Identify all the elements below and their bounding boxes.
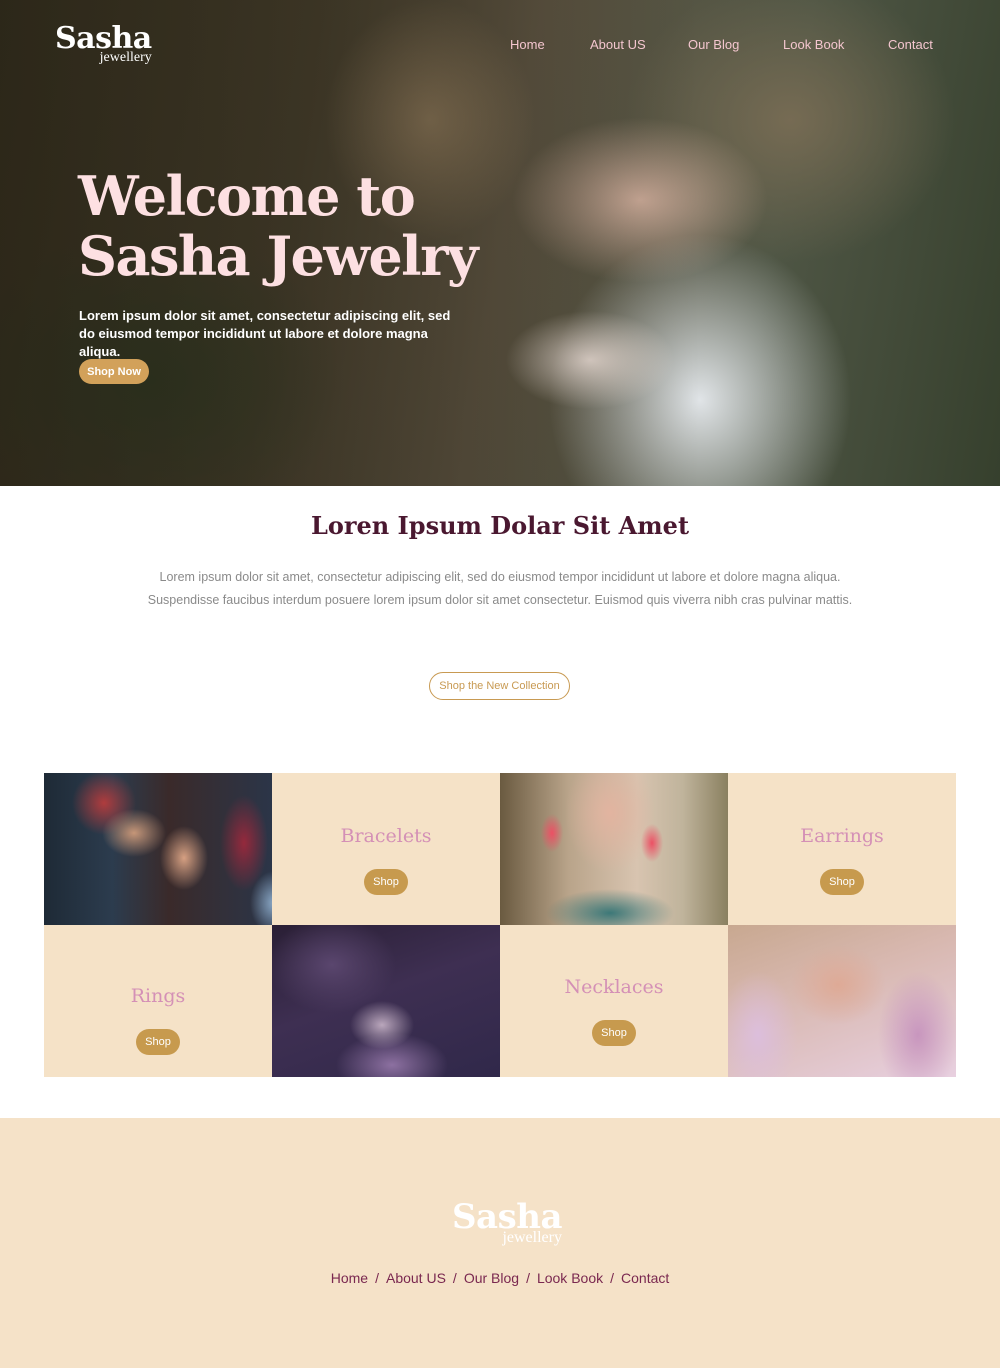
hero-title-line2: Sasha Jewelry bbox=[78, 224, 479, 288]
footer-nav-separator: / bbox=[526, 1270, 530, 1286]
shop-earrings-button[interactable]: Shop bbox=[820, 869, 864, 895]
intro-title: Loren Ipsum Dolar Sit Amet bbox=[310, 511, 690, 540]
footer-nav-separator: / bbox=[452, 1270, 457, 1286]
category-label-necklaces: Necklaces bbox=[564, 976, 664, 998]
bracelets-photo bbox=[44, 773, 272, 925]
site-footer: Sasha jewellery Home / About US / Our Blog / L… bbox=[0, 1118, 1000, 1368]
main-nav: Home About US Our Blog Look Book Contact bbox=[0, 37, 1000, 57]
rings-photo bbox=[272, 925, 500, 1077]
hero-title: Welcome to Sasha Jewelry bbox=[78, 166, 498, 286]
category-label-earrings: Earrings bbox=[800, 825, 884, 847]
nav-item-contact[interactable]: Contact bbox=[888, 37, 933, 52]
footer-nav: Home / About US / Our Blog / Look Book / Contact bbox=[0, 1270, 1000, 1286]
category-tile-rings: Rings Shop bbox=[44, 925, 272, 1077]
category-tile-bracelets: Bracelets Shop bbox=[272, 773, 500, 925]
shop-bracelets-button[interactable]: Shop bbox=[364, 869, 408, 895]
shop-now-button[interactable]: Shop Now bbox=[79, 359, 149, 384]
hero-title-line1: Welcome to bbox=[78, 164, 416, 228]
footer-nav-home[interactable]: Home bbox=[331, 1270, 368, 1286]
shop-rings-button[interactable]: Shop bbox=[136, 1029, 180, 1055]
footer-nav-separator: / bbox=[375, 1270, 379, 1286]
shop-collection-button[interactable]: Shop the New Collection bbox=[429, 672, 570, 700]
nav-item-home[interactable]: Home bbox=[510, 37, 545, 52]
nav-item-lookbook[interactable]: Look Book bbox=[783, 37, 844, 52]
footer-nav-separator: / bbox=[610, 1270, 615, 1286]
footer-nav-about[interactable]: About US bbox=[386, 1270, 446, 1286]
footer-nav-blog[interactable]: Our Blog bbox=[464, 1270, 519, 1286]
hero-section: Sasha jewellery Home About US Our Blog L… bbox=[0, 0, 1000, 486]
footer-logo[interactable]: Sasha jewellery bbox=[452, 1200, 562, 1246]
intro-text: Lorem ipsum dolor sit amet, consectetur … bbox=[147, 570, 853, 607]
earrings-photo bbox=[500, 773, 728, 925]
nav-item-about[interactable]: About US bbox=[590, 37, 646, 52]
footer-nav-lookbook[interactable]: Look Book bbox=[537, 1270, 603, 1286]
category-label-bracelets: Bracelets bbox=[340, 825, 432, 847]
hero-description: Lorem ipsum dolor sit amet, consectetur … bbox=[79, 308, 451, 359]
shop-necklaces-button[interactable]: Shop bbox=[592, 1020, 636, 1046]
category-tile-necklaces: Necklaces Shop bbox=[500, 925, 728, 1077]
category-label-rings: Rings bbox=[130, 985, 186, 1007]
nav-item-blog[interactable]: Our Blog bbox=[688, 37, 739, 52]
footer-nav-contact[interactable]: Contact bbox=[621, 1270, 669, 1286]
category-tile-earrings: Earrings Shop bbox=[728, 773, 956, 925]
necklaces-photo bbox=[728, 925, 956, 1077]
